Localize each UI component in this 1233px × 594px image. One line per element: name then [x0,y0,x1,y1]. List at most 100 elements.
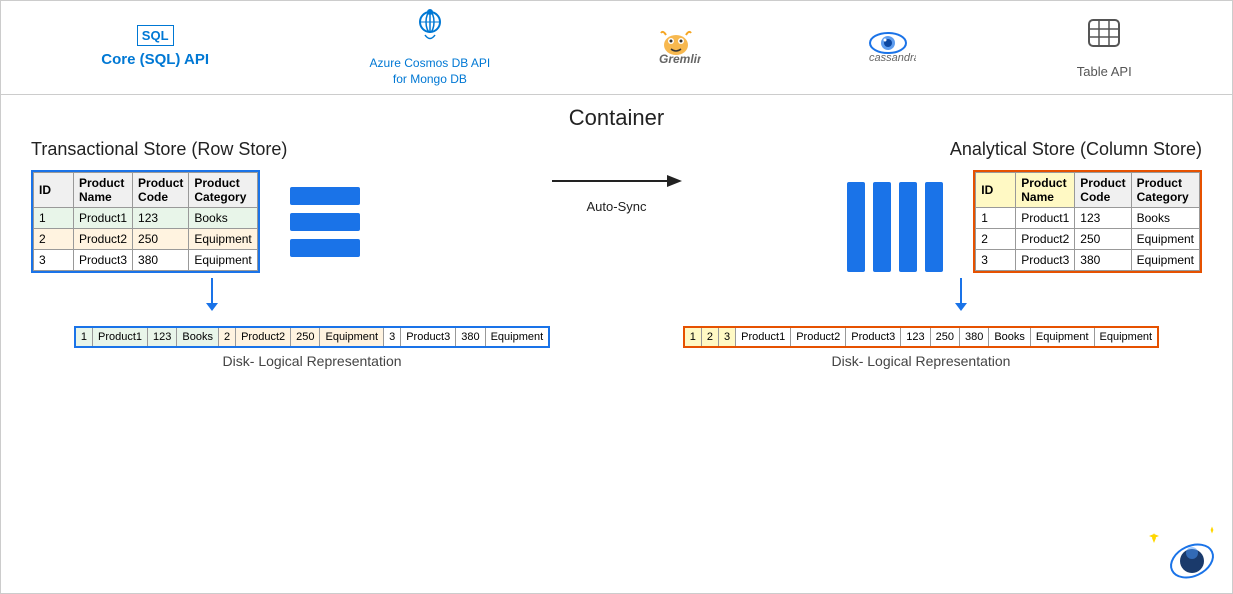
disk-cell: 2 [219,328,236,346]
cell: Product1 [74,208,133,229]
disk-cell: 380 [456,328,485,346]
analytical-disk-label: Disk- Logical Representation [831,353,1010,369]
container-title: Container [11,105,1222,131]
analytical-table-wrapper: ID ProductName ProductCode ProductCatego… [973,170,1202,273]
th-id: ID [34,173,74,208]
transactional-table: ID ProductName ProductCode ProductCatego… [33,172,258,271]
transactional-title: Transactional Store (Row Store) [31,139,287,160]
analytical-down-arrow [955,278,967,311]
cell: 3 [976,250,1016,271]
cell: Product2 [1016,229,1075,250]
main-content: Container Transactional Store (Row Store… [0,95,1233,594]
cell: 3 [34,250,74,271]
nav-label-mongo: Azure Cosmos DB APIfor Mongo DB [370,56,491,87]
disk-cell: 250 [931,328,960,346]
disk-cell: 123 [148,328,177,346]
disk-cell: Equipment [320,328,384,346]
cell: Equipment [189,229,257,250]
transactional-disk-section: 1 Product1 123 Books 2 Product2 250 Equi… [31,326,593,369]
th-product-name: ProductName [74,173,133,208]
table-row: 3 Product3 380 Equipment [976,250,1200,271]
disk-cell: Equipment [486,328,549,346]
cell: 380 [1075,250,1131,271]
disk-cell: 250 [291,328,320,346]
disk-cell: Product3 [846,328,901,346]
th-product-category: ProductCategory [189,173,257,208]
cassandra-icon: cassandra [861,25,916,70]
disk-cell: Equipment [1095,328,1158,346]
table-row: 2 Product2 250 Equipment [34,229,258,250]
a-th-product-code: ProductCode [1075,173,1131,208]
cell: 1 [34,208,74,229]
disk-cell: 1 [76,328,93,346]
nav-item-table[interactable]: Table API [1077,15,1132,81]
cell: 2 [976,229,1016,250]
th-product-code: ProductCode [133,173,189,208]
svg-text:Gremlin: Gremlin [659,52,701,65]
disk-cell: 123 [901,328,930,346]
nav-item-cassandra[interactable]: cassandra [861,25,916,70]
cell: 250 [1075,229,1131,250]
table-row: 1 Product1 123 Books [976,208,1200,229]
cell: Books [1131,208,1199,229]
v-bar-4 [925,182,943,272]
cell: 123 [133,208,189,229]
analytical-table: ID ProductName ProductCode ProductCatego… [975,172,1200,271]
nav-item-gremlin[interactable]: Gremlin [651,25,701,70]
transactional-store-section: Transactional Store (Row Store) ID Produ… [31,139,557,273]
cell: Equipment [1131,229,1199,250]
svg-text:cassandra: cassandra [869,52,916,64]
disk-cell: 3 [719,328,736,346]
disk-representations: 1 Product1 123 Books 2 Product2 250 Equi… [11,326,1222,369]
v-bar-1 [847,182,865,272]
cell: 2 [34,229,74,250]
row-bars [290,187,360,257]
analytical-disk-section: 1 2 3 Product1 Product2 Product3 123 250… [640,326,1202,369]
disk-cell: Books [989,328,1031,346]
sql-icon: SQL [137,25,174,46]
cell: 123 [1075,208,1131,229]
transactional-disk-row: 1 Product1 123 Books 2 Product2 250 Equi… [74,326,550,348]
h-bar-1 [290,187,360,205]
disk-cell: Product1 [736,328,791,346]
cell: Product1 [1016,208,1075,229]
disk-cell: Product3 [401,328,456,346]
nav-label-sql: Core (SQL) API [101,50,209,70]
a-th-id: ID [976,173,1016,208]
decoration [1142,523,1222,583]
h-bar-3 [290,239,360,257]
transactional-down-arrow [206,278,218,311]
cell: Product2 [74,229,133,250]
table-row: 2 Product2 250 Equipment [976,229,1200,250]
cell: 380 [133,250,189,271]
disk-cell: 380 [960,328,989,346]
analytical-store-section: Analytical Store (Column Store) ID Produ… [677,139,1203,273]
disk-cell: Product2 [236,328,291,346]
a-th-product-name: ProductName [1016,173,1075,208]
transactional-disk-label: Disk- Logical Representation [223,353,402,369]
mongo-icon [410,7,450,52]
analytical-title: Analytical Store (Column Store) [950,139,1202,160]
disk-cell: Equipment [1031,328,1095,346]
cell: 1 [976,208,1016,229]
nav-label-table: Table API [1077,64,1132,81]
v-bar-3 [899,182,917,272]
a-th-product-category: ProductCategory [1131,173,1199,208]
v-bar-2 [873,182,891,272]
disk-cell: Product2 [791,328,846,346]
table-row: 3 Product3 380 Equipment [34,250,258,271]
h-bar-2 [290,213,360,231]
disk-cell: 3 [384,328,401,346]
table-icon [1084,15,1124,60]
nav-item-sql[interactable]: SQL Core (SQL) API [101,25,209,70]
top-nav: SQL Core (SQL) API Azure Cosmos DB APIfo… [0,0,1233,95]
cell: Product3 [1016,250,1075,271]
nav-item-mongo[interactable]: Azure Cosmos DB APIfor Mongo DB [370,7,491,87]
disk-cell: Books [177,328,219,346]
analytical-disk-row: 1 2 3 Product1 Product2 Product3 123 250… [683,326,1159,348]
table-row: 1 Product1 123 Books [34,208,258,229]
disk-cell: Product1 [93,328,148,346]
transactional-table-wrapper: ID ProductName ProductCode ProductCatego… [31,170,260,273]
cell: Books [189,208,257,229]
cell: Equipment [1131,250,1199,271]
